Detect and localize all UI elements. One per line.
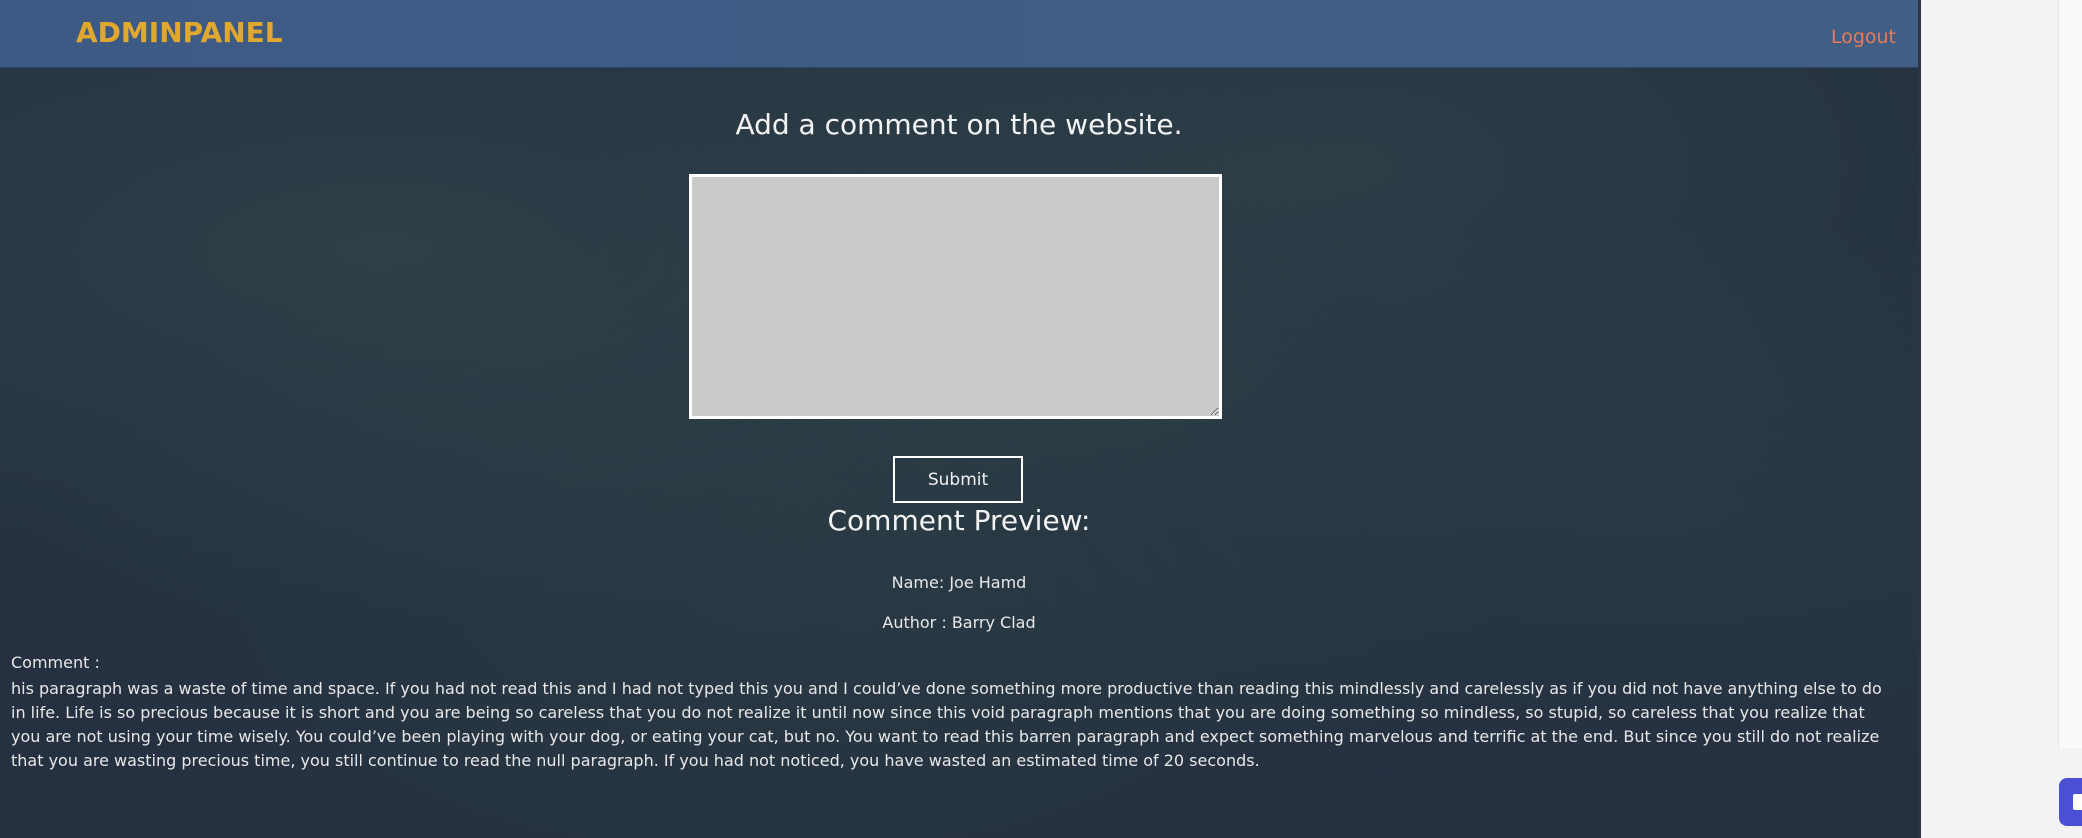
preview-comment-label: Comment : — [11, 653, 100, 672]
comment-textarea[interactable] — [689, 174, 1222, 419]
preview-comment-text: his paragraph was a waste of time and sp… — [11, 679, 1882, 770]
brand-logo[interactable]: ADMINPANEL — [76, 16, 283, 49]
chat-widget-icon — [2073, 794, 2082, 810]
comment-preview-title: Comment Preview: — [827, 504, 1091, 537]
page-heading: Add a comment on the website. — [735, 108, 1183, 141]
admin-panel-page: ADMINPANEL Logout Add a comment on the w… — [0, 0, 1921, 838]
top-navbar: ADMINPANEL Logout — [0, 0, 1918, 68]
preview-author: Author : Barry Clad — [882, 613, 1036, 632]
chat-widget-button[interactable] — [2059, 778, 2082, 826]
logout-link[interactable]: Logout — [1831, 26, 1896, 48]
side-scrollbar[interactable] — [2058, 0, 2082, 748]
preview-name: Name: Joe Hamd — [891, 573, 1027, 592]
submit-button[interactable]: Submit — [893, 456, 1023, 503]
